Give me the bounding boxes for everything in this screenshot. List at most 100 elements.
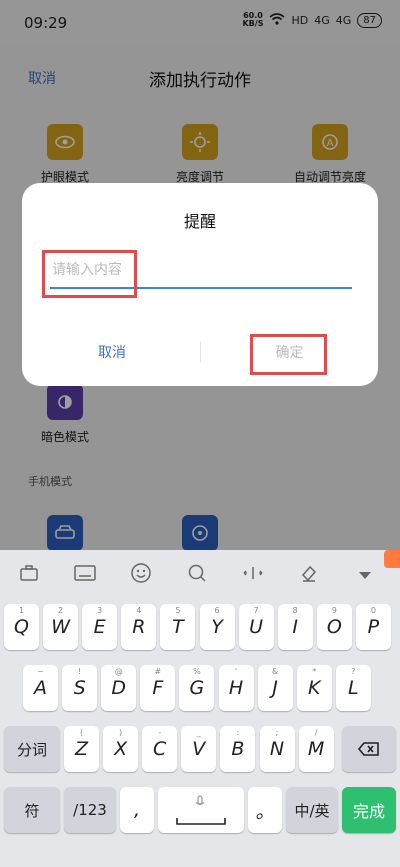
key-a[interactable]: ~ A [23,665,58,711]
highlight-box-confirm [250,334,327,375]
key-secondary-label: 0 [370,606,376,615]
key-secondary-label: 3 [97,606,103,615]
key-h[interactable]: ' H [218,665,254,711]
symbol-key[interactable]: 符 [4,787,60,833]
key-label: G [189,677,205,699]
microphone-icon [195,795,205,806]
key-z[interactable]: (Z [64,726,99,772]
key-label: R [132,616,146,638]
key-secondary-label: 8 [292,606,298,615]
split-word-key[interactable]: 分词 [4,726,60,772]
key-j[interactable]: & J [257,665,293,711]
key-secondary-label: 6 [214,606,220,615]
keyboard-row-2: ~ A! S @ D # F% G ' H & J * K? L [0,665,400,715]
key-q[interactable]: 1Q [4,604,39,650]
keyboard-icon[interactable] [62,564,108,586]
dialog-button-divider [200,341,201,363]
key-label: P [367,616,380,638]
key-label: S [73,677,86,699]
key-w[interactable]: 2W [43,604,79,650]
key-secondary-label: 9 [331,606,337,615]
key-e[interactable]: 3E [82,604,118,650]
key-secondary-label: 7 [253,606,259,615]
key-secondary-label: # [154,667,162,676]
key-u[interactable]: 7U [238,604,274,650]
keyboard-row-3: 分词 (Z) X - C _ V: B; N / M [0,726,400,776]
dialog-cancel-button[interactable]: 取消 [82,342,142,362]
key-secondary-label: ! [77,667,82,676]
collapse-keyboard-icon[interactable] [342,565,388,586]
clear-format-icon[interactable] [286,563,332,588]
key-label: V [192,738,206,760]
period-key[interactable]: 。 [248,787,282,833]
key-label: X [114,738,128,760]
language-switch-key[interactable]: 中/英 [286,787,338,833]
key-secondary-label: ' [234,667,238,676]
key-secondary-label: * [312,667,317,676]
done-key[interactable]: 完成 [342,787,396,833]
highlight-box-input [42,250,137,298]
number-key[interactable]: /123 [64,787,116,833]
key-v[interactable]: _ V [181,726,217,772]
key-c[interactable]: -C [142,726,178,772]
key-t[interactable]: 5T [160,604,196,650]
key-p[interactable]: 0P [355,604,391,650]
space-bar-icon [176,818,226,825]
key-label: J [272,677,278,699]
key-secondary-label: ( [79,728,84,737]
key-label: H [228,677,244,699]
key-secondary-label: & [271,667,279,676]
key-secondary-label: / [314,728,318,737]
key-m[interactable]: / M [298,726,334,772]
key-secondary-label: - [158,728,162,737]
key-i[interactable]: 8I [277,604,313,650]
key-secondary-label: ) [119,728,123,737]
key-secondary-label: 1 [18,606,25,615]
keyboard-row-4: 符 /123 , 。 中/英 完成 [0,787,400,837]
key-secondary-label: ? [351,667,356,676]
key-label: Z [74,738,89,760]
key-secondary-label: @ [114,667,123,676]
key-o[interactable]: 9O [316,604,352,650]
key-f[interactable]: # F [140,665,176,711]
key-secondary-label: ~ [37,667,44,676]
key-label: Q [14,616,29,638]
comma-key[interactable]: , [120,787,154,833]
briefcase-icon[interactable] [6,564,52,587]
key-label: K [307,677,321,699]
key-secondary-label: % [193,667,201,676]
key-label: A [34,677,47,699]
key-l[interactable]: ? L [335,665,371,711]
key-b[interactable]: :B [220,726,256,772]
space-key[interactable] [158,787,244,833]
key-n[interactable]: ; N [259,726,295,772]
backspace-key[interactable] [342,726,396,772]
soft-keyboard: 1Q2W3E4R5T6Y7U8I9O0P ~ A! S @ D # F% G ' H & J * K? L … [0,550,400,867]
key-x[interactable]: ) X [103,726,139,772]
key-y[interactable]: 6Y [199,604,235,650]
key-label: C [153,738,167,760]
key-label: F [152,677,164,699]
keyboard-toolbar [0,550,400,600]
key-k[interactable]: * K [296,665,332,711]
key-label: E [93,616,106,638]
key-g[interactable]: % G [179,665,215,711]
key-label: M [307,738,325,760]
key-label: T [172,616,184,638]
key-s[interactable]: ! S [62,665,98,711]
key-label: I [292,616,298,638]
key-d[interactable]: @ D [101,665,137,711]
key-secondary-label: : [236,728,240,737]
search-icon[interactable] [174,563,220,588]
emoji-icon[interactable] [118,562,164,589]
key-secondary-label: 2 [58,606,64,615]
key-label: D [111,677,126,699]
key-secondary-label: ; [275,728,279,737]
key-r[interactable]: 4R [121,604,157,650]
key-label: L [348,677,359,699]
key-label: N [269,738,285,760]
backspace-icon [358,742,379,756]
keyboard-row-1: 1Q2W3E4R5T6Y7U8I9O0P [0,604,400,654]
cursor-icon[interactable] [230,565,276,586]
key-label: Y [211,616,223,638]
